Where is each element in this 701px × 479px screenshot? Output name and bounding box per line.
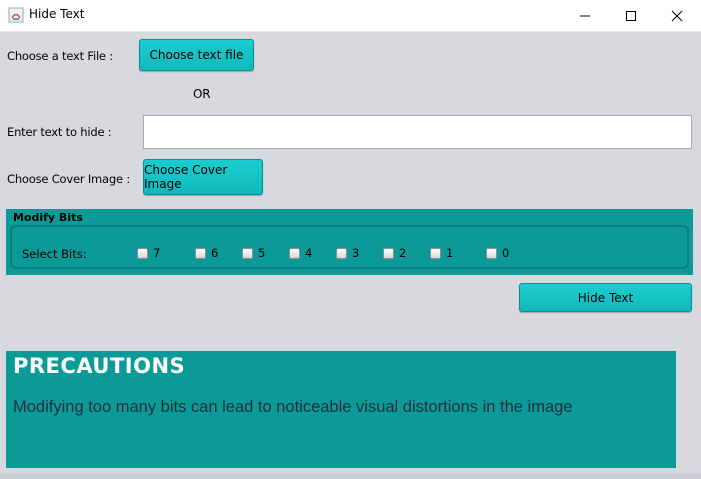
checkbox-box[interactable] (289, 247, 300, 259)
or-separator: OR (193, 87, 211, 101)
hide-text-button[interactable]: Hide Text (519, 283, 692, 312)
bit-1-checkbox[interactable]: 1 (430, 246, 453, 260)
checkbox-box[interactable] (430, 247, 441, 259)
choose-text-file-button[interactable]: Choose text file (139, 39, 254, 71)
bit-4-checkbox[interactable]: 4 (289, 246, 312, 260)
precautions-title: PRECAUTIONS (13, 354, 186, 378)
modify-bits-panel: Modify Bits Select Bits: 7 6 5 4 3 2 1 0 (6, 209, 693, 275)
choose-cover-image-button[interactable]: Choose Cover Image (143, 159, 263, 195)
java-app-icon (8, 7, 24, 23)
text-to-hide-input[interactable] (143, 115, 692, 149)
checkbox-box[interactable] (383, 247, 394, 259)
select-bits-label: Select Bits: (22, 247, 87, 261)
bit-label: 2 (399, 246, 407, 260)
cover-image-label: Choose Cover Image : (7, 172, 130, 186)
bit-6-checkbox[interactable]: 6 (195, 246, 218, 260)
bit-0-checkbox[interactable]: 0 (486, 246, 509, 260)
modify-bits-title: Modify Bits (13, 211, 83, 224)
minimize-button[interactable] (562, 0, 608, 31)
checkbox-box[interactable] (242, 247, 253, 259)
bit-label: 4 (305, 246, 313, 260)
checkbox-box[interactable] (486, 247, 497, 259)
close-icon (671, 10, 683, 22)
maximize-icon (626, 11, 636, 21)
bit-label: 1 (446, 246, 454, 260)
bit-label: 7 (153, 246, 161, 260)
bit-7-checkbox[interactable]: 7 (137, 246, 160, 260)
enter-text-label: Enter text to hide : (7, 125, 112, 139)
window-bottom-edge (0, 474, 701, 479)
precautions-panel: PRECAUTIONS Modifying too many bits can … (6, 351, 676, 468)
maximize-button[interactable] (608, 0, 654, 31)
checkbox-box[interactable] (137, 247, 148, 259)
precautions-text: Modifying too many bits can lead to noti… (13, 398, 573, 416)
minimize-icon (580, 15, 590, 17)
bit-3-checkbox[interactable]: 3 (336, 246, 359, 260)
bit-5-checkbox[interactable]: 5 (242, 246, 265, 260)
choose-file-label: Choose a text File : (7, 49, 113, 63)
bit-2-checkbox[interactable]: 2 (383, 246, 406, 260)
checkbox-box[interactable] (336, 247, 347, 259)
bit-label: 5 (258, 246, 266, 260)
bit-label: 6 (211, 246, 219, 260)
window-title: Hide Text (29, 7, 85, 21)
close-button[interactable] (654, 0, 700, 31)
checkbox-box[interactable] (195, 247, 206, 259)
bit-label: 0 (502, 246, 510, 260)
title-bar: Hide Text (0, 0, 701, 32)
bit-label: 3 (352, 246, 360, 260)
